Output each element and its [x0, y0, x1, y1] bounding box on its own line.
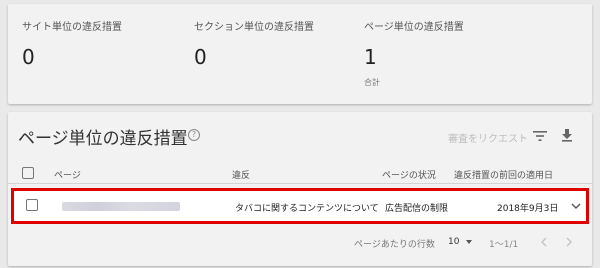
column-header-page[interactable]: ページ — [54, 168, 81, 181]
request-review-button[interactable]: 審査をリクエスト — [448, 130, 528, 145]
column-header-last-applied-date[interactable]: 違反措置の前回の適用日 — [454, 168, 553, 181]
row-violation: タバコに関するコンテンツについて — [235, 204, 379, 214]
card-header: ページ単位の違反措置 ? 審査をリクエスト — [8, 112, 592, 158]
page-title: ページ単位の違反措置 — [18, 129, 188, 149]
chevron-down-icon[interactable] — [571, 202, 581, 210]
filter-icon[interactable] — [533, 130, 547, 142]
row-page-status: 広告配信の制限 — [385, 204, 449, 214]
rows-per-page-label: ページあたりの行数 — [354, 240, 435, 250]
section-level-label: セクション単位の違反措置 — [194, 22, 314, 33]
page-level-total-label: 合計 — [364, 78, 380, 87]
table-header: ページ 違反 ページの状況 違反措置の前回の適用日 — [8, 162, 592, 184]
row-last-applied-date: 2018年9月3日 — [497, 204, 559, 214]
column-header-status[interactable]: ページの状況 — [382, 168, 436, 181]
section-level-count: 0 — [194, 45, 207, 69]
help-icon[interactable]: ? — [188, 129, 200, 141]
page-level-label: ページ単位の違反措置 — [364, 22, 464, 33]
pagination-range: 1〜1/1 — [489, 240, 519, 250]
table-row[interactable]: タバコに関するコンテンツについて 広告配信の制限 2018年9月3日 — [11, 188, 589, 224]
rows-per-page-select[interactable]: 10 — [448, 237, 459, 247]
page-level-stat: ページ単位の違反措置 1 合計 — [364, 18, 464, 88]
select-all-checkbox[interactable] — [22, 167, 34, 179]
page-violations-card: ページ単位の違反措置 ? 審査をリクエスト ページ 違反 ページの状況 違反措置… — [8, 112, 592, 266]
select-caret-icon[interactable] — [466, 240, 472, 244]
chevron-left-icon[interactable] — [540, 237, 548, 247]
row-checkbox[interactable] — [26, 199, 38, 211]
chevron-right-icon[interactable] — [565, 237, 573, 247]
section-level-stat: セクション単位の違反措置 0 — [194, 18, 314, 69]
site-level-stat: サイト単位の違反措置 0 — [22, 18, 122, 69]
site-level-count: 0 — [22, 45, 35, 69]
table-pagination: ページあたりの行数 10 1〜1/1 — [8, 232, 592, 258]
blurred-page-url — [62, 202, 180, 211]
page-level-count: 1 — [364, 45, 377, 69]
column-header-violation[interactable]: 違反 — [232, 168, 250, 181]
download-icon[interactable] — [560, 128, 574, 142]
summary-card: サイト単位の違反措置 0 セクション単位の違反措置 0 ページ単位の違反措置 1… — [8, 4, 592, 104]
site-level-label: サイト単位の違反措置 — [22, 22, 122, 33]
